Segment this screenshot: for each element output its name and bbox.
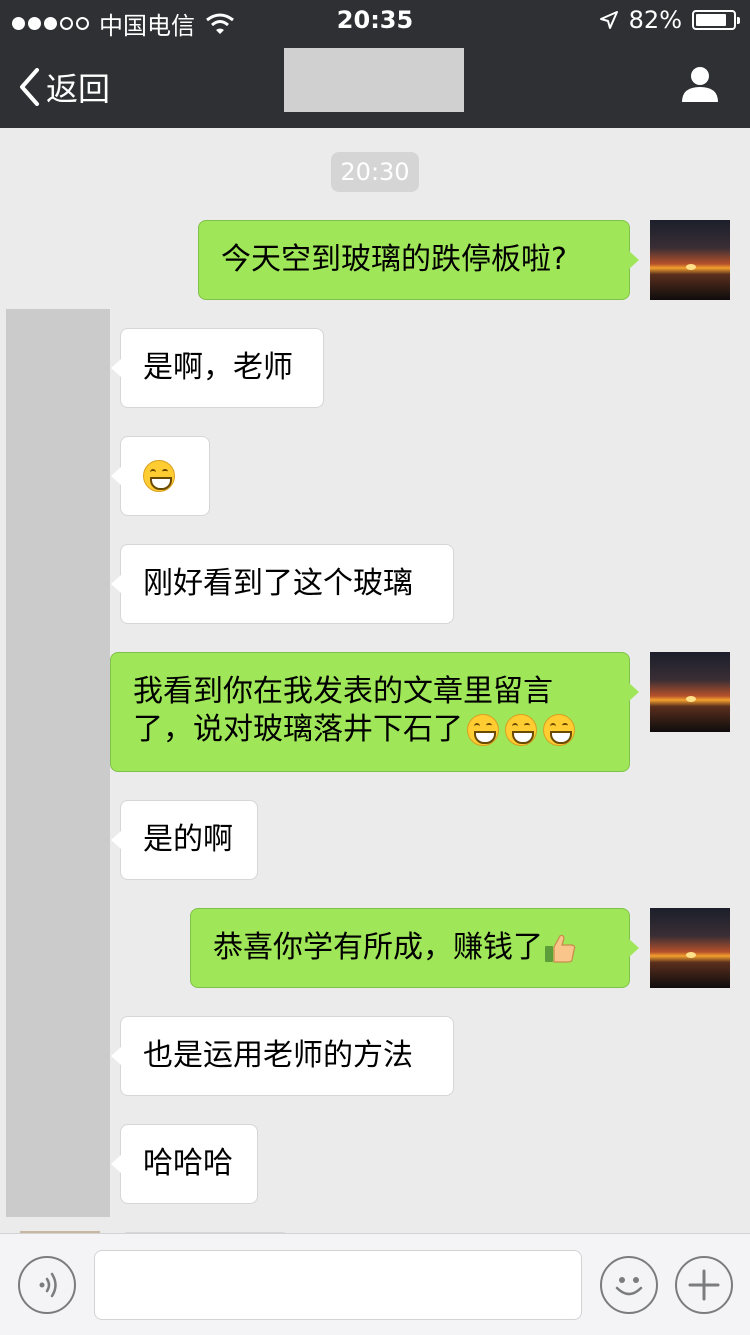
- battery-percent: 82%: [628, 6, 682, 34]
- status-bar: 中国电信 20:35 82%: [0, 0, 750, 40]
- message-line2-wrap: 了，说对玻璃落井下石了: [133, 711, 575, 749]
- incoming-message[interactable]: [111, 436, 210, 516]
- incoming-message[interactable]: 是啊，老师: [111, 328, 324, 408]
- status-right: 82%: [599, 6, 740, 34]
- incoming-message[interactable]: 哈哈哈: [111, 1124, 258, 1204]
- message-text-line1: 我看到你在我发表的文章里留言: [133, 674, 553, 709]
- my-avatar[interactable]: [650, 220, 730, 300]
- person-icon: [682, 67, 718, 102]
- grin-emoji-icon: [543, 714, 575, 746]
- chat-title-redacted: [284, 48, 464, 112]
- grin-emoji-icon: [467, 714, 499, 746]
- message-text: 是的啊: [143, 822, 233, 857]
- back-button[interactable]: 返回: [18, 64, 110, 110]
- outgoing-message[interactable]: 我看到你在我发表的文章里留言 了，说对玻璃落井下石了: [110, 652, 639, 772]
- my-avatar[interactable]: [650, 652, 730, 732]
- battery-fill: [696, 14, 726, 26]
- incoming-message[interactable]: 也是运用老师的方法: [111, 1016, 454, 1096]
- message-text: 也是运用老师的方法: [143, 1038, 413, 1073]
- my-avatar[interactable]: [650, 908, 730, 988]
- incoming-message[interactable]: 是的啊: [111, 800, 258, 880]
- nav-bar: 返回: [0, 40, 750, 128]
- battery-icon: [692, 10, 740, 30]
- location-arrow-icon: [599, 11, 618, 29]
- incoming-message[interactable]: 刚好看到了这个玻璃: [111, 544, 454, 624]
- grin-emoji-icon: [143, 460, 175, 492]
- message-text: 今天空到玻璃的跌停板啦?: [221, 242, 567, 277]
- message-text: 恭喜你学有所成，赚钱了: [213, 930, 543, 965]
- message-text-line2: 了，说对玻璃落井下石了: [133, 712, 463, 747]
- thumbs-up-emoji-icon: [545, 934, 576, 963]
- more-button[interactable]: [675, 1256, 733, 1314]
- message-text: 是啊，老师: [143, 350, 293, 385]
- chevron-left-icon: [20, 68, 39, 106]
- input-bar: [0, 1233, 750, 1335]
- message-input[interactable]: [94, 1250, 582, 1320]
- plus-icon: [688, 1269, 720, 1301]
- chat-timestamp: 20:30: [331, 152, 419, 192]
- voice-icon: [39, 1272, 57, 1298]
- chat-area[interactable]: 20:30 今天空到玻璃的跌停板啦? 是啊，老师 刚好看到了这个玻璃 我看到你在…: [0, 128, 750, 1233]
- back-label: 返回: [46, 70, 111, 108]
- grin-emoji-icon: [505, 714, 537, 746]
- outgoing-message[interactable]: 今天空到玻璃的跌停板啦?: [198, 220, 639, 300]
- sender-avatar-redacted: [6, 309, 110, 1217]
- profile-button[interactable]: [680, 64, 720, 104]
- emoji-button[interactable]: [600, 1256, 658, 1314]
- outgoing-message[interactable]: 恭喜你学有所成，赚钱了: [190, 908, 639, 988]
- smiley-icon: [615, 1277, 643, 1296]
- voice-button[interactable]: [18, 1256, 76, 1314]
- message-text: 哈哈哈: [143, 1146, 233, 1181]
- message-text: 刚好看到了这个玻璃: [143, 566, 413, 601]
